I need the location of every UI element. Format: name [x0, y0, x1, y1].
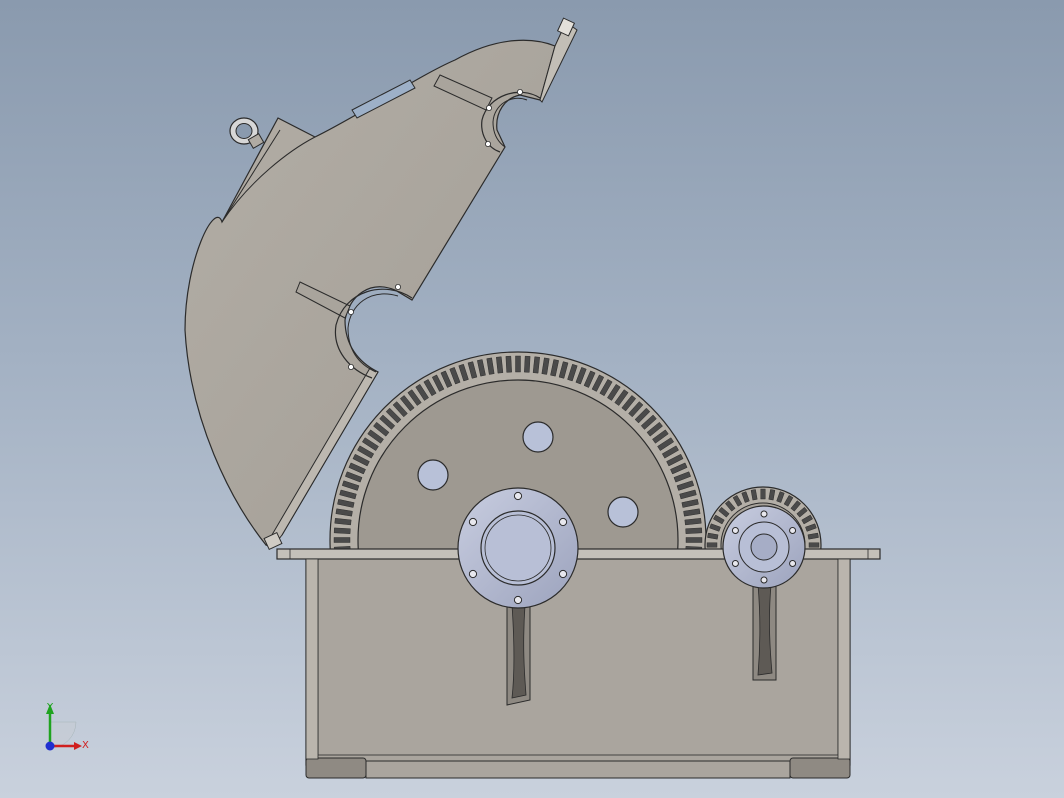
gear-tooth [333, 537, 351, 543]
cap-bolt [468, 517, 478, 527]
cap-bolt [731, 527, 739, 534]
gear-lightening-hole [417, 459, 449, 491]
triad-x-label: X [82, 740, 89, 751]
gear-lightening-hole [607, 496, 639, 528]
cap-bolt [789, 527, 797, 534]
cap-bolt [731, 560, 739, 567]
gear-lightening-hole [522, 421, 554, 453]
cap-bolt [558, 569, 568, 579]
eye-bolt[interactable] [229, 117, 265, 150]
base-foot-left [305, 757, 367, 779]
cap-bolt [558, 517, 568, 527]
base-foot-right [789, 757, 851, 779]
cap-bolt [760, 576, 768, 584]
gear-tooth [760, 488, 766, 500]
gearbox-base[interactable] [276, 548, 881, 779]
gear-tooth [808, 542, 820, 548]
bearing-cap-small[interactable] [722, 505, 806, 589]
support-rib-small [752, 579, 777, 681]
gear-tooth [685, 537, 703, 543]
gear-tooth [505, 355, 512, 373]
triad-y-label: Y [46, 702, 54, 713]
graphics-viewport[interactable]: Y X [0, 0, 1064, 798]
gear-tooth [706, 542, 718, 548]
cap-bolt [789, 560, 797, 567]
gear-tooth [524, 355, 531, 373]
view-orientation-triad[interactable]: Y X [45, 702, 90, 751]
gear-tooth [333, 527, 351, 534]
gear-tooth [685, 527, 703, 534]
cap-bolt [513, 491, 523, 501]
bearing-cap-large[interactable] [457, 487, 579, 609]
support-rib-large [506, 599, 531, 706]
gear-tooth [515, 355, 521, 373]
cap-bolt [760, 510, 768, 518]
cap-bolt [513, 595, 523, 605]
cap-bolt [468, 569, 478, 579]
